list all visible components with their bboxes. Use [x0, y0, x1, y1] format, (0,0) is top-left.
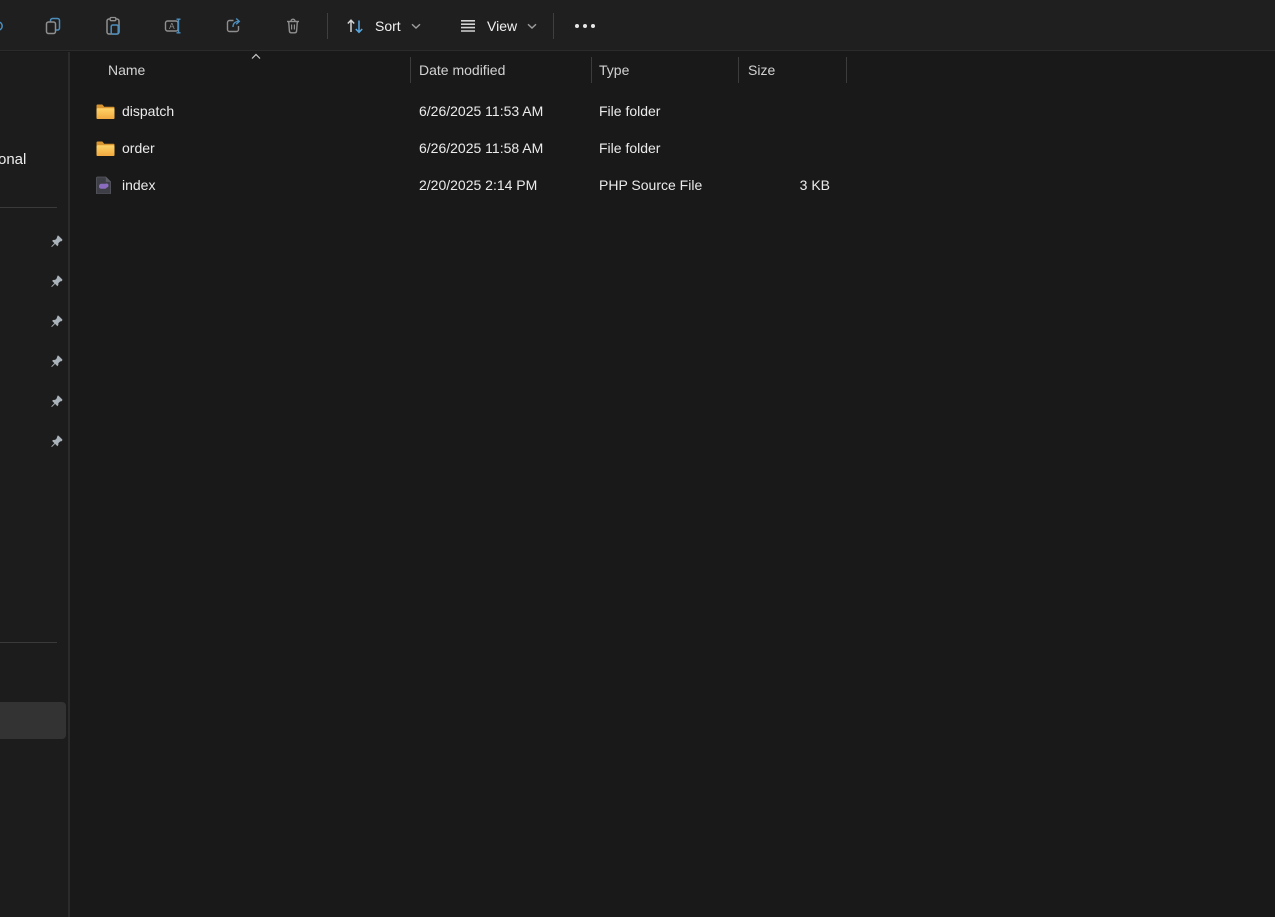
sidebar-pinned-item[interactable]: [0, 422, 68, 462]
file-type: PHP Source File: [592, 177, 739, 193]
cut-icon[interactable]: [0, 15, 7, 37]
sort-button[interactable]: Sort: [334, 6, 432, 46]
sort-label: Sort: [375, 18, 401, 34]
pin-icon: [49, 355, 63, 369]
file-list-pane: Name Date modified Type Size: [70, 52, 1275, 917]
sidebar-pinned-item[interactable]: [0, 382, 68, 422]
file-name: order: [122, 140, 155, 156]
file-type: File folder: [592, 140, 739, 156]
pin-icon: [49, 315, 63, 329]
column-header-size[interactable]: Size: [739, 52, 847, 88]
sidebar-item-selected[interactable]: [0, 702, 66, 739]
chevron-down-icon: [526, 22, 538, 30]
sidebar-item-truncated[interactable]: onal: [0, 151, 26, 168]
share-icon: [223, 16, 243, 36]
file-explorer-window: { "toolbar": { "icon_buttons": [ { "name…: [0, 0, 1275, 917]
pin-icon: [49, 435, 63, 449]
file-row[interactable]: index 2/20/2025 2:14 PM PHP Source File …: [70, 166, 1275, 203]
sidebar-pinned-item[interactable]: [0, 302, 68, 342]
delete-icon: [283, 16, 303, 36]
delete-button[interactable]: [273, 6, 313, 46]
file-name: dispatch: [122, 103, 174, 119]
rename-icon: A: [163, 16, 183, 36]
view-button[interactable]: View: [448, 6, 548, 46]
chevron-down-icon: [410, 22, 422, 30]
file-type: File folder: [592, 103, 739, 119]
rename-button[interactable]: A: [153, 6, 193, 46]
pin-icon: [49, 235, 63, 249]
view-label: View: [487, 18, 517, 34]
file-icon: [96, 176, 116, 194]
paste-button[interactable]: [93, 6, 133, 46]
sidebar-divider: [0, 207, 57, 208]
sidebar-divider: [0, 642, 57, 643]
copy-icon: [43, 16, 63, 36]
toolbar-separator: [327, 13, 328, 39]
command-bar: A Sort View: [0, 0, 1275, 51]
toolbar-separator: [553, 13, 554, 39]
svg-text:A: A: [169, 21, 175, 31]
pin-icon: [49, 275, 63, 289]
pin-icon: [49, 395, 63, 409]
column-header-name[interactable]: Name: [70, 52, 411, 88]
file-row[interactable]: order 6/26/2025 11:58 AM File folder: [70, 129, 1275, 166]
column-headers: Name Date modified Type Size: [70, 52, 847, 88]
file-name: index: [122, 177, 155, 193]
file-icon: [96, 102, 116, 120]
sidebar-pinned-item[interactable]: [0, 222, 68, 262]
column-header-date-modified[interactable]: Date modified: [411, 52, 592, 88]
file-rows: dispatch 6/26/2025 11:53 AM File folder: [70, 92, 1275, 203]
folder-icon: [96, 139, 116, 157]
php-file-icon: [96, 176, 112, 194]
more-options-icon: [572, 16, 598, 36]
more-options-button[interactable]: [565, 6, 605, 46]
folder-icon: [96, 102, 116, 120]
file-date-modified: 6/26/2025 11:53 AM: [411, 103, 592, 119]
file-date-modified: 6/26/2025 11:58 AM: [411, 140, 592, 156]
sidebar-pinned-item[interactable]: [0, 262, 68, 302]
paste-icon: [103, 16, 123, 36]
copy-button[interactable]: [33, 6, 73, 46]
navigation-pane: onal: [0, 52, 68, 917]
column-header-type[interactable]: Type: [592, 52, 739, 88]
file-size: 3 KB: [739, 177, 847, 193]
pinned-items: [0, 222, 68, 462]
sidebar-pinned-item[interactable]: [0, 342, 68, 382]
file-row[interactable]: dispatch 6/26/2025 11:53 AM File folder: [70, 92, 1275, 129]
file-date-modified: 2/20/2025 2:14 PM: [411, 177, 592, 193]
share-button[interactable]: [213, 6, 253, 46]
file-icon: [96, 139, 116, 157]
view-icon: [458, 16, 478, 36]
sort-icon: [344, 16, 366, 36]
